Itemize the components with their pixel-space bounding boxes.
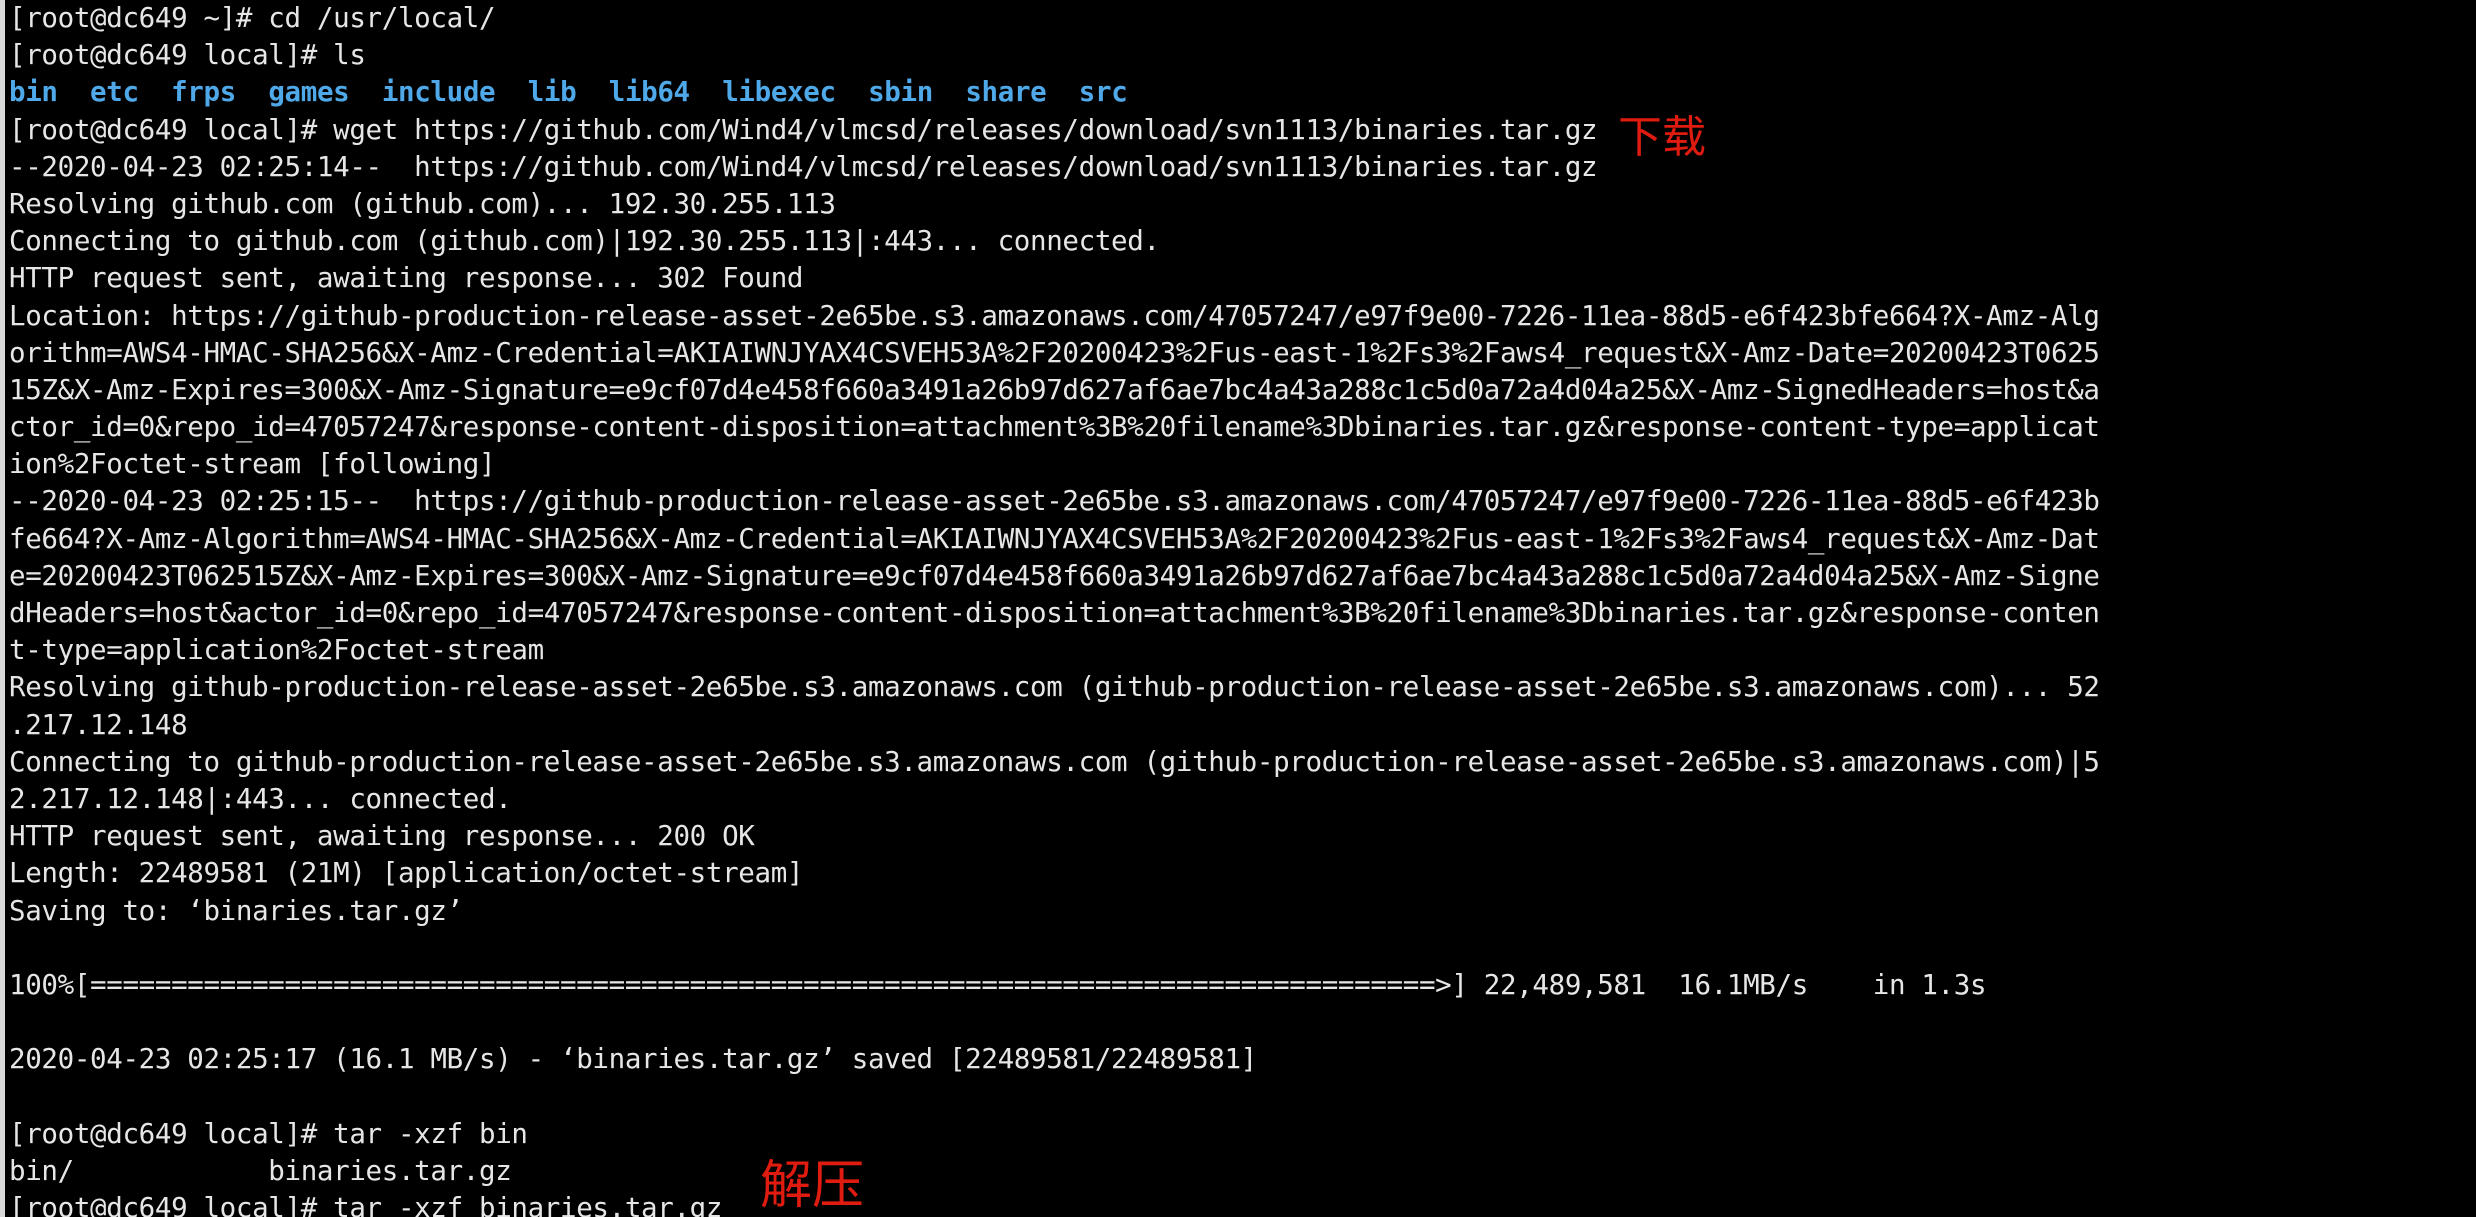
terminal-line-command: [root@dc649 local]# ls (9, 39, 366, 72)
terminal-left-edge-rail (0, 0, 5, 1217)
terminal-line-output: fe664?X-Amz-Algorithm=AWS4-HMAC-SHA256&X… (9, 522, 2100, 555)
terminal-line-output: Saving to: ‘binaries.tar.gz’ (9, 894, 463, 927)
annotation-extract-label: 解压 (760, 1156, 865, 1216)
terminal-line-output: HTTP request sent, awaiting response... … (9, 820, 755, 853)
ls-entry-libexec[interactable]: libexec (722, 76, 836, 108)
terminal-line-command: [root@dc649 ~]# cd /usr/local/ (9, 2, 496, 34)
ls-entry-frps[interactable]: frps (171, 76, 236, 108)
ls-entry-include[interactable]: include (382, 76, 496, 108)
terminal-line-output: ion%2Foctet-stream [following] (9, 448, 496, 481)
ls-entry-lib[interactable]: lib (528, 76, 577, 108)
ls-entry-lib64[interactable]: lib64 (609, 76, 690, 108)
terminal-line-output: --2020-04-23 02:25:14-- https://github.c… (9, 150, 1598, 183)
terminal-line-command: [root@dc649 local]# wget https://github.… (9, 113, 1598, 146)
terminal-line-output: 15Z&X-Amz-Expires=300&X-Amz-Signature=e9… (9, 373, 2100, 406)
ls-entry-src[interactable]: src (1079, 76, 1128, 108)
terminal-line-output: .217.12.148 (9, 708, 188, 741)
terminal-line-ls-output: bin etc frps games include lib lib64 lib… (9, 74, 2469, 111)
ls-entry-bin[interactable]: bin (9, 76, 58, 108)
terminal-line-progress-bar: 100%[===================================… (9, 968, 1987, 1001)
terminal-line-command: [root@dc649 local]# tar -xzf binaries.ta… (9, 1192, 723, 1217)
terminal-line-output: ctor_id=0&repo_id=47057247&response-cont… (9, 411, 2100, 444)
terminal-line-output: dHeaders=host&actor_id=0&repo_id=4705724… (9, 597, 2100, 629)
terminal-line-output: Resolving github-production-release-asse… (9, 671, 2100, 704)
terminal-screen[interactable]: [root@dc649 ~]# cd /usr/local/ [root@dc6… (9, 0, 2469, 1217)
terminal-line-output: Resolving github.com (github.com)... 192… (9, 187, 836, 220)
terminal-line-output: e=20200423T062515Z&X-Amz-Expires=300&X-A… (9, 559, 2100, 592)
terminal-line-output: Connecting to github.com (github.com)|19… (9, 225, 1160, 258)
ls-entry-share[interactable]: share (965, 76, 1046, 108)
terminal-line-output: Location: https://github-production-rele… (9, 299, 2100, 332)
terminal-line-output: orithm=AWS4-HMAC-SHA256&X-Amz-Credential… (9, 336, 2100, 369)
terminal-line-command: [root@dc649 local]# tar -xzf bin (9, 1117, 528, 1150)
terminal-line-output: Connecting to github-production-release-… (9, 745, 2100, 778)
ls-entry-etc[interactable]: etc (90, 76, 139, 108)
terminal-window[interactable]: [root@dc649 ~]# cd /usr/local/ [root@dc6… (0, 0, 2476, 1217)
terminal-line-output: Length: 22489581 (21M) [application/octe… (9, 857, 804, 890)
ls-entry-games[interactable]: games (268, 76, 349, 108)
terminal-line-output: 2.217.12.148|:443... connected. (9, 782, 512, 815)
terminal-line-output: HTTP request sent, awaiting response... … (9, 262, 804, 295)
annotation-download-label: 下载 (1618, 112, 1706, 163)
terminal-line-completion-candidates: bin/ binaries.tar.gz (9, 1154, 512, 1187)
terminal-line-output: 2020-04-23 02:25:17 (16.1 MB/s) - ‘binar… (9, 1043, 1257, 1076)
ls-entry-sbin[interactable]: sbin (868, 76, 933, 108)
terminal-line-output: --2020-04-23 02:25:15-- https://github-p… (9, 485, 2100, 518)
terminal-line-output: t-type=application%2Foctet-stream (9, 634, 544, 667)
